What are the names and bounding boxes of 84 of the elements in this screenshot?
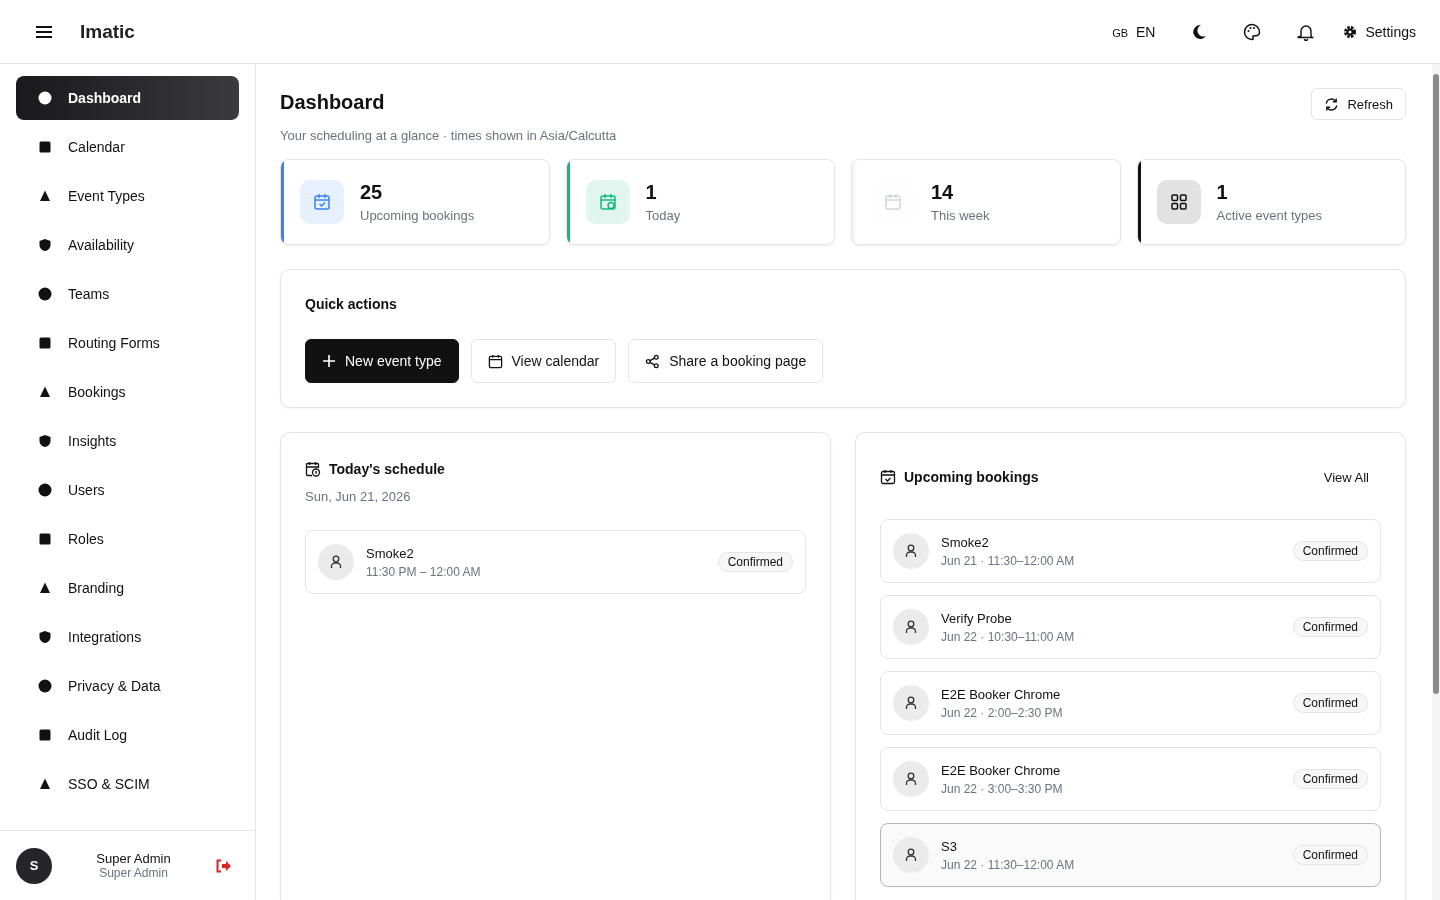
sidebar-item[interactable]: Roles [16,517,239,561]
plus-icon [322,354,336,368]
sidebar-item[interactable]: Insights [16,419,239,463]
booking-row[interactable]: Verify Probe Jun 22 · 10:30–11:00 AM Confirmed [880,595,1381,659]
sidebar-item[interactable]: Teams [16,272,239,316]
stat-label: Upcoming bookings [360,208,475,223]
booking-time: Jun 21 · 11:30–12:00 AM [941,553,1076,568]
person-avatar-icon [893,761,929,797]
scrollbar[interactable] [1432,64,1440,900]
share-icon [645,353,661,369]
person-avatar-icon [893,609,929,645]
status-badge: Confirmed [717,552,793,572]
status-badge: Confirmed [1292,693,1368,713]
calendar-clock-icon [305,461,321,477]
sidebar-item[interactable]: Integrations [16,615,239,659]
settings-button[interactable]: Settings [1343,23,1416,40]
booking-row[interactable]: E2E Booker Chrome Jun 22 · 2:00–2:30 PM Confirmed [880,671,1381,735]
section-title: Upcoming bookings [904,469,1039,485]
stat-label: This week [931,208,990,223]
logout-icon[interactable] [215,858,231,873]
booking-time: Jun 22 · 11:30–12:00 AM [941,857,1076,872]
stat-value: 14 [931,181,955,204]
stat-value: 1 [645,181,658,204]
booking-name: Smoke2 [366,545,415,561]
booking-row[interactable]: Smoke2 11:30 PM – 12:00 AM Confirmed [305,530,806,594]
schedule-date: Sun, Jun 21, 2026 [305,489,412,504]
person-avatar-icon [893,685,929,721]
booking-name: E2E Booker Chrome [941,762,1062,778]
stat-label: Today [645,208,681,223]
moon-icon[interactable] [1191,23,1208,40]
sidebar-item[interactable]: Users [16,468,239,512]
stat-value: 25 [360,181,384,204]
booking-row[interactable]: Smoke2 Jun 21 · 11:30–12:00 AM Confirmed [880,519,1381,583]
sidebar-item[interactable]: Availability [16,223,239,267]
calendar-clock-icon [597,192,618,212]
view-all-link[interactable]: View All [1323,469,1369,485]
page-title: Dashboard [280,91,386,114]
booking-time: Jun 22 · 3:00–3:30 PM [941,781,1064,796]
person-avatar-icon [318,544,354,580]
app-name: Imatic [80,20,135,43]
bell-icon[interactable] [1297,22,1316,41]
section-title: Quick actions [305,296,398,312]
action-button[interactable]: View calendar [470,339,617,383]
status-badge: Confirmed [1292,845,1368,865]
language-selector[interactable]: GB EN [1112,23,1156,40]
sidebar-item[interactable]: Audit Log [16,713,239,757]
booking-time: Jun 22 · 10:30–11:00 AM [941,629,1076,644]
refresh-icon [1324,96,1340,112]
menu-icon[interactable] [36,24,52,39]
sidebar-item[interactable]: Calendar [16,125,239,169]
status-badge: Confirmed [1292,541,1368,561]
booking-row[interactable]: E2E Booker Chrome Jun 22 · 3:00–3:30 PM Confirmed [880,747,1381,811]
grid-icon [1168,192,1189,212]
booking-name: Smoke2 [941,534,990,550]
sidebar-item[interactable]: SSO & SCIM [16,762,239,806]
stat-value: 1 [1216,181,1229,204]
stat-label: Active event types [1216,208,1322,223]
sidebar-item[interactable]: Privacy & Data [16,664,239,708]
calendar-check-icon [880,469,896,485]
user-avatar[interactable]: S [16,847,52,884]
status-badge: Confirmed [1292,617,1368,637]
sidebar-item[interactable]: Dashboard [16,76,239,120]
action-button[interactable]: New event type [305,339,459,383]
status-badge: Confirmed [1292,769,1368,789]
booking-name: Verify Probe [941,610,1013,626]
sidebar-item[interactable]: Routing Forms [16,321,239,365]
gear-icon [1343,24,1358,39]
person-avatar-icon [893,533,929,569]
section-title: Today's schedule [329,461,445,477]
booking-time: 11:30 PM – 12:00 AM [366,564,482,579]
booking-time: Jun 22 · 2:00–2:30 PM [941,705,1064,720]
sidebar-item[interactable]: Bookings [16,370,239,414]
person-avatar-icon [893,837,929,873]
refresh-button[interactable]: Refresh [1311,88,1406,120]
booking-name: E2E Booker Chrome [941,686,1062,702]
sidebar-item[interactable]: Event Types [16,174,239,218]
calendar-check-icon [312,192,332,212]
booking-row[interactable]: S3 Jun 22 · 11:30–12:00 AM Confirmed [880,823,1381,887]
sidebar-item[interactable]: Branding [16,566,239,610]
user-role: Super Admin [99,866,168,880]
user-name: Super Admin [96,851,171,866]
booking-name: S3 [941,838,958,854]
action-button[interactable]: Share a booking page [628,339,824,383]
page-subtitle: Your scheduling at a glance · times shown in Asia/Calcutta [280,128,617,143]
